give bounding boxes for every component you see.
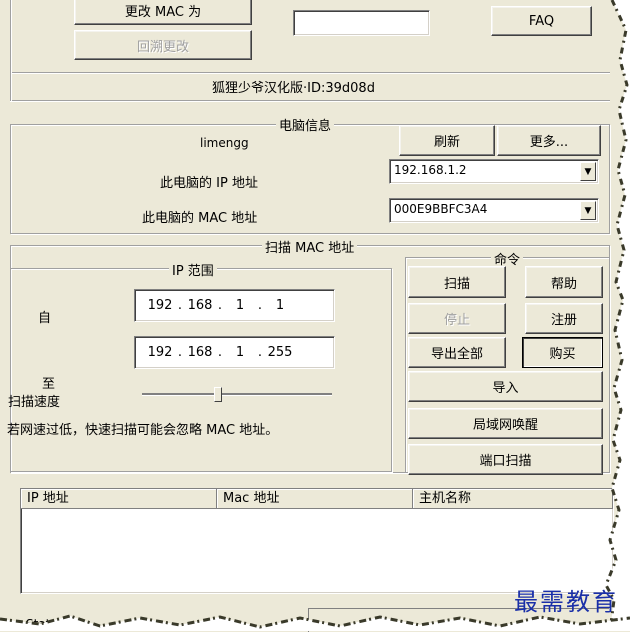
watermark-text: 最需教育 bbox=[514, 588, 618, 616]
from-ip-dot: . bbox=[257, 298, 263, 313]
scan-button[interactable]: 扫描 bbox=[408, 266, 506, 298]
chevron-down-icon[interactable]: ▼ bbox=[580, 201, 596, 220]
top-bottom-divider bbox=[10, 100, 610, 101]
buy-button[interactable]: 购买 bbox=[522, 337, 603, 368]
export-all-button[interactable]: 导出全部 bbox=[408, 337, 506, 368]
speed-label: 扫描速度 bbox=[8, 395, 61, 410]
ip-label: 此电脑的 IP 地址 bbox=[160, 176, 258, 191]
register-button[interactable]: 注册 bbox=[525, 303, 603, 334]
scan-legend: 扫描 MAC 地址 bbox=[262, 237, 358, 256]
stop-button[interactable]: 停止 bbox=[408, 303, 506, 334]
to-label: 至 bbox=[42, 377, 56, 392]
to-ip-input[interactable]: 192 . 168 . 1 . 255 bbox=[134, 336, 335, 369]
from-ip-octet-4[interactable]: 1 bbox=[265, 298, 295, 313]
scan-warning: 若网速过低，快速扫描可能会忽略 MAC 地址。 bbox=[7, 423, 279, 438]
wake-on-lan-button[interactable]: 局域网唤醒 bbox=[408, 408, 603, 439]
to-ip-octet-2[interactable]: 168 bbox=[185, 345, 215, 360]
to-ip-dot: . bbox=[177, 345, 183, 360]
faq-button[interactable]: FAQ bbox=[491, 6, 592, 36]
to-ip-dot: . bbox=[257, 345, 263, 360]
mac-label: 此电脑的 MAC 地址 bbox=[142, 211, 258, 226]
to-ip-octet-4[interactable]: 255 bbox=[265, 345, 295, 360]
chevron-down-icon[interactable]: ▼ bbox=[580, 162, 596, 181]
pc-info-legend: 电脑信息 bbox=[276, 115, 335, 134]
status-label: Stat bbox=[26, 617, 51, 631]
to-ip-octet-3[interactable]: 1 bbox=[225, 345, 255, 360]
top-divider bbox=[10, 72, 610, 73]
port-scan-button[interactable]: 端口扫描 bbox=[408, 444, 603, 475]
column-header-hostname[interactable]: 主机名称 bbox=[413, 489, 613, 509]
from-ip-dot: . bbox=[177, 298, 183, 313]
speed-slider[interactable] bbox=[142, 384, 332, 404]
column-header-ip[interactable]: IP 地址 bbox=[21, 489, 217, 509]
to-ip-dot: . bbox=[217, 345, 223, 360]
change-mac-button[interactable]: 更改 MAC 为 bbox=[74, 0, 252, 25]
ip-select[interactable]: 192.168.1.2 ▼ bbox=[389, 159, 599, 184]
top-left-edge bbox=[10, 0, 11, 101]
from-label: 自 bbox=[38, 311, 52, 326]
new-mac-input[interactable] bbox=[293, 10, 430, 36]
ip-select-value: 192.168.1.2 bbox=[394, 163, 467, 177]
from-ip-dot: . bbox=[217, 298, 223, 313]
import-button[interactable]: 导入 bbox=[408, 371, 603, 402]
from-ip-octet-3[interactable]: 1 bbox=[225, 298, 255, 313]
help-button[interactable]: 帮助 bbox=[525, 266, 603, 298]
more-button[interactable]: 更多... bbox=[497, 125, 601, 156]
mac-select[interactable]: 000E9BBFC3A4 ▼ bbox=[389, 198, 599, 223]
refresh-button[interactable]: 刷新 bbox=[399, 125, 495, 156]
revert-changes-button[interactable]: 回溯更改 bbox=[74, 30, 252, 60]
speed-slider-thumb[interactable] bbox=[214, 387, 222, 402]
results-list[interactable]: IP 地址 Mac 地址 主机名称 bbox=[20, 488, 614, 594]
from-ip-octet-1[interactable]: 192 bbox=[145, 298, 175, 313]
column-header-mac[interactable]: Mac 地址 bbox=[217, 489, 413, 509]
to-ip-octet-1[interactable]: 192 bbox=[145, 345, 175, 360]
from-ip-octet-2[interactable]: 168 bbox=[185, 298, 215, 313]
ip-range-legend: IP 范围 bbox=[169, 260, 217, 279]
speed-slider-track bbox=[142, 393, 332, 396]
from-ip-input[interactable]: 192 . 168 . 1 . 1 bbox=[134, 289, 335, 322]
host-name: limengg bbox=[200, 136, 249, 150]
version-text: 狐狸少爷汉化版·ID:39d08d bbox=[212, 81, 375, 96]
mac-select-value: 000E9BBFC3A4 bbox=[394, 202, 488, 216]
